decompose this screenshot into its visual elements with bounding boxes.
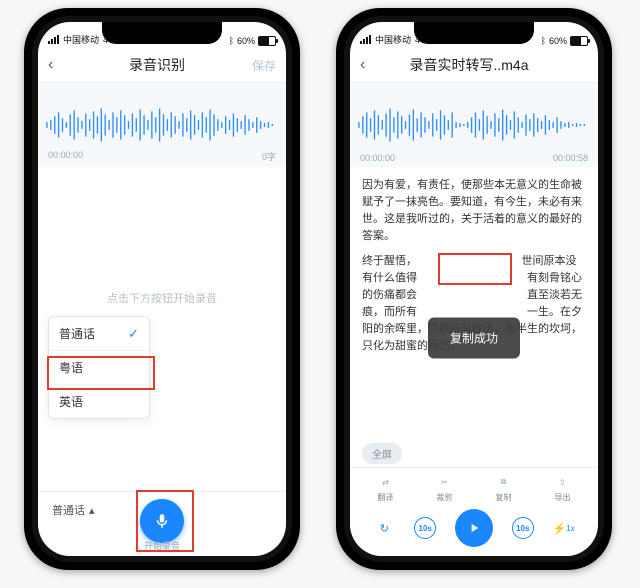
copy-icon: ⧉ xyxy=(496,474,512,490)
bolt-icon: ⚡ xyxy=(553,522,567,535)
check-icon: ✓ xyxy=(128,326,139,342)
empty-hint: 点击下方按钮开始录音 xyxy=(38,290,286,306)
back-button[interactable]: ‹ xyxy=(48,56,68,74)
transcript-body[interactable]: 因为有爱，有责任，使那些本无意义的生命被赋予了一抹亮色。要知道，有今生，未必有来… xyxy=(350,167,598,556)
speed-label: 1x xyxy=(566,524,574,533)
scissors-icon: ✂ xyxy=(437,474,453,490)
tool-export[interactable]: ⇪ 导出 xyxy=(555,474,571,503)
toast-message: 复制成功 xyxy=(428,318,520,359)
record-button[interactable] xyxy=(140,499,184,543)
fullscreen-button[interactable]: 全屏 xyxy=(362,443,402,464)
carrier-label: 中国移动 xyxy=(63,33,99,46)
page-title: 录音识别 xyxy=(74,55,240,75)
language-option-cantonese[interactable]: 粤语 xyxy=(49,350,149,384)
export-icon: ⇪ xyxy=(555,474,571,490)
phone-mock-right: 中国移动 4G 09:29 ᛒ 60% ‹ 录音实时转写..m4a 00:00:… xyxy=(336,8,612,570)
language-dropdown[interactable]: 普通话 ✓ 粤语 英语 xyxy=(48,316,150,419)
notch xyxy=(414,22,534,44)
tool-label: 裁剪 xyxy=(437,492,453,503)
language-option-label: 粤语 xyxy=(59,359,83,376)
nav-bar: ‹ 录音识别 保存 xyxy=(38,48,286,83)
toast-label: 复制成功 xyxy=(450,332,498,346)
tool-label: 导出 xyxy=(555,492,571,503)
waveform-icon xyxy=(45,102,278,148)
waveform-panel: 00:00:00 0字 xyxy=(38,83,286,167)
tool-label: 复制 xyxy=(496,492,512,503)
notch xyxy=(102,22,222,44)
microphone-icon xyxy=(153,512,171,530)
waveform-icon xyxy=(357,102,590,148)
battery-icon xyxy=(570,36,588,46)
back-button[interactable]: ‹ xyxy=(360,56,380,74)
translate-icon: ⇄ xyxy=(378,474,394,490)
save-button[interactable]: 保存 xyxy=(246,57,276,74)
seek-back-button[interactable]: 10s xyxy=(414,517,436,539)
screen-left: 中国移动 4G 09:29 ᛒ 60% ‹ 录音识别 保存 xyxy=(38,22,286,556)
transcript-paragraph: 因为有爱，有责任，使那些本无意义的生命被赋予了一抹亮色。要知道，有今生，未必有来… xyxy=(362,177,586,245)
language-option-mandarin[interactable]: 普通话 ✓ xyxy=(49,317,149,350)
record-label: 开始录音 xyxy=(144,539,180,552)
language-selector[interactable]: 普通话 ▴ xyxy=(52,502,95,518)
seek-forward-button[interactable]: 10s xyxy=(512,517,534,539)
waveform-panel[interactable]: 00:00:00 00:00:58 xyxy=(350,83,598,167)
language-option-english[interactable]: 英语 xyxy=(49,384,149,418)
time-start: 00:00:00 xyxy=(48,150,83,163)
signal-icon xyxy=(48,35,59,44)
transcript-body: 点击下方按钮开始录音 普通话 ✓ 粤语 英语 xyxy=(38,167,286,491)
page-title: 录音实时转写..m4a xyxy=(386,55,552,75)
battery-icon xyxy=(258,36,276,46)
time-end: 00:00:58 xyxy=(553,153,588,163)
word-count: 0字 xyxy=(262,150,276,163)
loop-button[interactable]: ↻ xyxy=(373,517,395,539)
bluetooth-icon: ᛒ xyxy=(229,36,234,46)
time-start: 00:00:00 xyxy=(360,153,395,163)
play-button[interactable] xyxy=(455,509,493,547)
tool-label: 翻译 xyxy=(378,492,394,503)
tool-copy[interactable]: ⧉ 复制 xyxy=(496,474,512,503)
language-option-label: 英语 xyxy=(59,393,83,410)
language-option-label: 普通话 xyxy=(59,325,95,342)
tool-translate[interactable]: ⇄ 翻译 xyxy=(378,474,394,503)
play-icon xyxy=(467,521,481,535)
screen-right: 中国移动 4G 09:29 ᛒ 60% ‹ 录音实时转写..m4a 00:00:… xyxy=(350,22,598,556)
battery-percent: 60% xyxy=(549,36,567,46)
signal-icon xyxy=(360,35,371,44)
bottom-bar: ⇄ 翻译 ✂ 裁剪 ⧉ 复制 ⇪ 导出 xyxy=(350,467,598,556)
tool-cut[interactable]: ✂ 裁剪 xyxy=(437,474,453,503)
loop-icon: ↻ xyxy=(380,522,389,535)
chevron-up-icon: ▴ xyxy=(89,504,95,517)
language-selected-label: 普通话 xyxy=(52,502,85,518)
bluetooth-icon: ᛒ xyxy=(541,36,546,46)
phone-mock-left: 中国移动 4G 09:29 ᛒ 60% ‹ 录音识别 保存 xyxy=(24,8,300,570)
nav-bar: ‹ 录音实时转写..m4a xyxy=(350,48,598,83)
battery-percent: 60% xyxy=(237,36,255,46)
bottom-bar: 普通话 ▴ 开始录音 xyxy=(38,491,286,556)
speed-button[interactable]: ⚡1x xyxy=(553,517,575,539)
carrier-label: 中国移动 xyxy=(375,33,411,46)
